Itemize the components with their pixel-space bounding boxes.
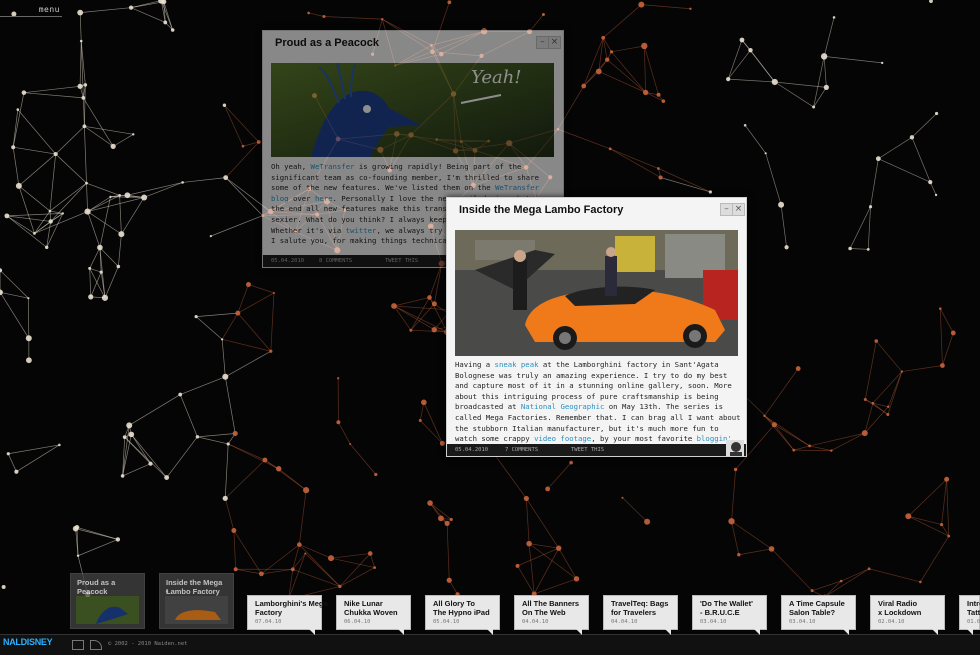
card-title: All Glory ToThe Hypno iPad <box>433 599 490 617</box>
timeline-card[interactable]: Viral Radiox Lockdown 02.04.10 <box>870 595 945 630</box>
inline-link[interactable]: WeTransfer <box>311 162 355 171</box>
comments-link[interactable]: 7 COMMENTS <box>505 447 538 453</box>
card-date: 04.04.10 <box>522 619 549 625</box>
timeline-card[interactable]: All Glory ToThe Hypno iPad 05.04.10 <box>425 595 500 630</box>
post-title: Proud as a Peacock <box>275 37 379 49</box>
body-text: , by your most favorite <box>591 434 696 443</box>
post-body: Having a sneak peak at the Lamborghini f… <box>455 360 741 455</box>
close-icon[interactable]: × <box>732 203 745 216</box>
comments-link[interactable]: 8 COMMENTS <box>319 258 352 264</box>
post-date: 05.04.2010 <box>455 447 488 453</box>
card-date: 07.04.10 <box>255 619 282 625</box>
card-title: Viral Radiox Lockdown <box>878 599 921 617</box>
inline-link[interactable]: National Geographic <box>521 402 604 411</box>
lamborghini-factory-image <box>455 230 738 356</box>
post-window-lambo[interactable]: Inside the Mega Lambo Factory – × Having… <box>446 197 747 457</box>
timeline-card[interactable]: TravelTeq: Bagsfor Travelers 04.04.10 <box>603 595 678 630</box>
post-footer: 05.04.2010 7 COMMENTS TWEET THIS <box>447 444 746 456</box>
card-date: 01.04.10 <box>967 619 980 625</box>
card-date: 04.04.10 <box>611 619 638 625</box>
card-date: 06.04.10 <box>344 619 371 625</box>
card-date: 02.04.10 <box>878 619 905 625</box>
menu-label[interactable]: menu <box>39 5 60 14</box>
close-icon[interactable]: × <box>548 36 561 49</box>
post-date: 05.04.2010 <box>271 258 304 264</box>
fullscreen-icon[interactable] <box>72 640 84 650</box>
tweet-link[interactable]: TWEET THIS <box>571 447 604 453</box>
card-title: TravelTeq: Bagsfor Travelers <box>611 599 668 617</box>
inline-link[interactable]: sneak peak <box>495 360 539 369</box>
timeline-card[interactable]: 'Do The Wallet'- B.R.U.C.E 03.04.10 <box>692 595 767 630</box>
card-date: 05.04.10 <box>433 619 460 625</box>
timeline-card[interactable]: IntroTattoo 01.04.10 <box>959 595 980 630</box>
card-title: Nike LunarChukka Woven <box>344 599 398 617</box>
timeline-card[interactable]: A Time CapsuleSalon Table? 03.04.10 <box>781 595 856 630</box>
timeline-card[interactable]: Lamborghini's MegaFactory07.04.10 <box>247 595 322 630</box>
image-handwriting: Yeah! <box>471 67 522 88</box>
site-logo[interactable]: NALDISNEY <box>3 637 52 647</box>
card-title: 'Do The Wallet'- B.R.U.C.E <box>700 599 753 617</box>
body-text: Having a <box>455 360 495 369</box>
timeline-thumb[interactable]: Proud as a Peacock <box>70 573 145 629</box>
thumb-title: Proud as a Peacock <box>77 578 144 596</box>
thumb-title: Inside the Mega Lambo Factory <box>166 578 233 596</box>
card-title: Lamborghini's MegaFactory <box>255 599 328 617</box>
timeline-card[interactable]: All The BannersOn The Web 04.04.10 <box>514 595 589 630</box>
body-text: over <box>289 194 315 203</box>
peacock-image: Yeah! <box>271 63 554 157</box>
card-title: A Time CapsuleSalon Table? <box>789 599 845 617</box>
tweet-link[interactable]: TWEET THIS <box>385 258 418 264</box>
menu-bar[interactable]: menu <box>0 0 62 17</box>
inline-link[interactable]: video footage <box>534 434 591 443</box>
body-text: Oh yeah, <box>271 162 311 171</box>
author-avatar <box>726 440 744 456</box>
card-date: 03.04.10 <box>789 619 816 625</box>
timeline-card[interactable]: Nike LunarChukka Woven 06.04.10 <box>336 595 411 630</box>
inline-link[interactable]: twitter <box>346 226 377 235</box>
card-title: All The BannersOn The Web <box>522 599 579 617</box>
timeline-thumb[interactable]: Inside the Mega Lambo Factory <box>159 573 234 629</box>
card-date: 03.04.10 <box>700 619 727 625</box>
copyright-text: © 2002 - 2010 Naiden.net <box>108 641 187 647</box>
card-title: IntroTattoo <box>967 599 980 617</box>
thumb-image <box>76 596 139 624</box>
inline-link[interactable]: here <box>315 194 333 203</box>
post-title: Inside the Mega Lambo Factory <box>459 204 623 216</box>
thumb-image <box>165 596 228 624</box>
